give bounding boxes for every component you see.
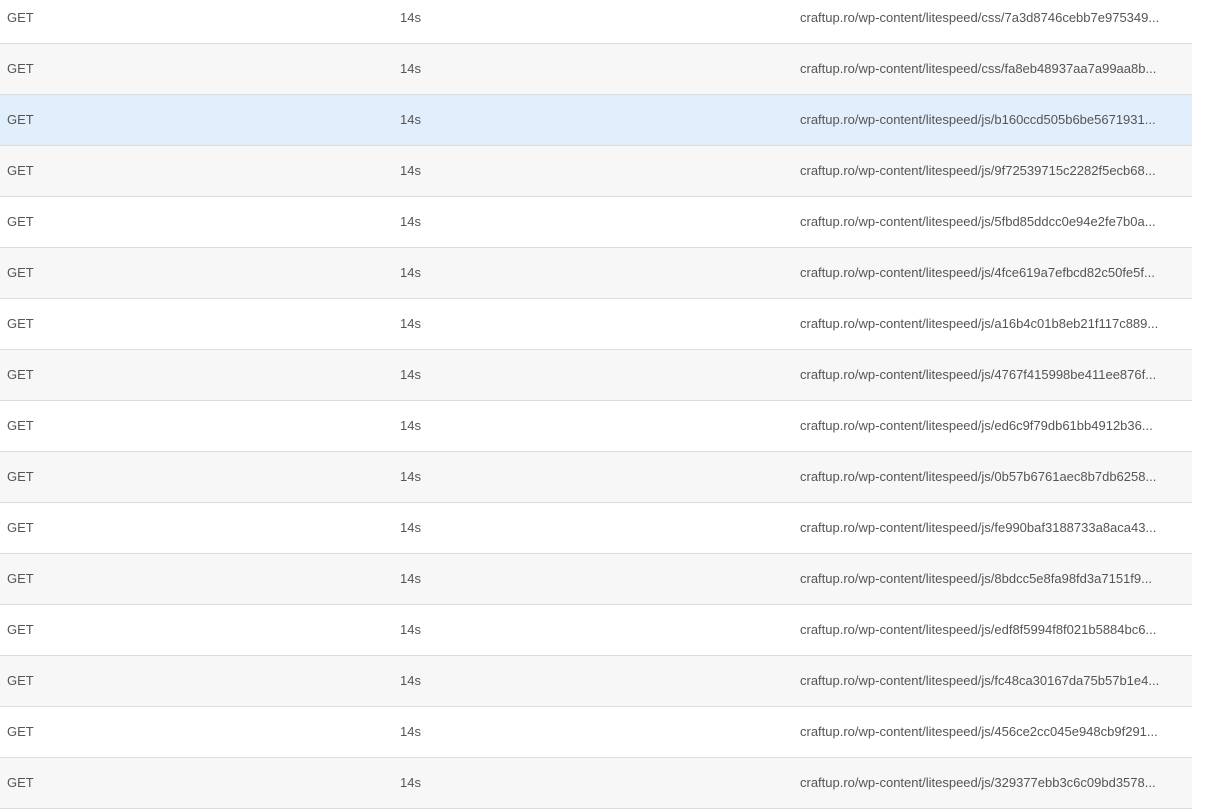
request-method: GET (7, 775, 34, 790)
request-method: GET (7, 265, 34, 280)
request-url: craftup.ro/wp-content/litespeed/js/456ce… (800, 724, 1158, 739)
request-row-selected[interactable]: GET 14s craftup.ro/wp-content/litespeed/js… (0, 95, 1192, 146)
request-url: craftup.ro/wp-content/litespeed/js/5fbd8… (800, 214, 1156, 229)
request-row[interactable]: GET 14s craftup.ro/wp-content/litespeed/js… (0, 146, 1192, 197)
request-time: 14s (400, 112, 421, 127)
request-method: GET (7, 112, 34, 127)
request-method: GET (7, 571, 34, 586)
request-url: craftup.ro/wp-content/litespeed/js/0b57b… (800, 469, 1157, 484)
request-url: craftup.ro/wp-content/litespeed/js/4fce6… (800, 265, 1155, 280)
request-url: craftup.ro/wp-content/litespeed/js/8bdcc… (800, 571, 1152, 586)
request-time: 14s (400, 367, 421, 382)
request-url: craftup.ro/wp-content/litespeed/js/fe990… (800, 520, 1157, 535)
request-row[interactable]: GET 14s craftup.ro/wp-content/litespeed/cs… (0, 44, 1192, 95)
request-time: 14s (400, 316, 421, 331)
request-url: craftup.ro/wp-content/litespeed/js/edf8f… (800, 622, 1157, 637)
request-row[interactable]: GET 14s craftup.ro/wp-content/litespeed/js… (0, 656, 1192, 707)
request-method: GET (7, 469, 34, 484)
request-row[interactable]: GET 14s craftup.ro/wp-content/litespeed/cs… (0, 0, 1192, 44)
request-url: craftup.ro/wp-content/litespeed/css/fa8e… (800, 61, 1157, 76)
request-time: 14s (400, 775, 421, 790)
request-row[interactable]: GET 14s craftup.ro/wp-content/litespeed/js… (0, 197, 1192, 248)
request-row[interactable]: GET 14s craftup.ro/wp-content/litespeed/js… (0, 503, 1192, 554)
request-time: 14s (400, 214, 421, 229)
request-time: 14s (400, 418, 421, 433)
request-method: GET (7, 520, 34, 535)
request-method: GET (7, 367, 34, 382)
request-row[interactable]: GET 14s craftup.ro/wp-content/litespeed/js… (0, 605, 1192, 656)
request-row[interactable]: GET 14s craftup.ro/wp-content/litespeed/js… (0, 401, 1192, 452)
scroll-gutter (1192, 0, 1216, 812)
request-method: GET (7, 724, 34, 739)
request-url: craftup.ro/wp-content/litespeed/js/ed6c9… (800, 418, 1153, 433)
request-time: 14s (400, 61, 421, 76)
request-method: GET (7, 622, 34, 637)
request-row[interactable]: GET 14s craftup.ro/wp-content/litespeed/js… (0, 248, 1192, 299)
request-method: GET (7, 673, 34, 688)
request-method: GET (7, 214, 34, 229)
request-url: craftup.ro/wp-content/litespeed/js/a16b4… (800, 316, 1159, 331)
request-row[interactable]: GET 14s craftup.ro/wp-content/litespeed/js… (0, 452, 1192, 503)
request-method: GET (7, 10, 34, 25)
request-url: craftup.ro/wp-content/litespeed/css/7a3d… (800, 10, 1160, 25)
request-time: 14s (400, 265, 421, 280)
request-time: 14s (400, 10, 421, 25)
request-row[interactable]: GET 14s craftup.ro/wp-content/litespeed/js… (0, 350, 1192, 401)
network-request-list: GET 14s craftup.ro/wp-content/litespeed/cs… (0, 0, 1192, 809)
request-method: GET (7, 61, 34, 76)
request-method: GET (7, 418, 34, 433)
request-url: craftup.ro/wp-content/litespeed/js/32937… (800, 775, 1156, 790)
request-time: 14s (400, 469, 421, 484)
request-method: GET (7, 163, 34, 178)
request-time: 14s (400, 673, 421, 688)
request-time: 14s (400, 724, 421, 739)
request-row[interactable]: GET 14s craftup.ro/wp-content/litespeed/js… (0, 707, 1192, 758)
request-row[interactable]: GET 14s craftup.ro/wp-content/litespeed/js… (0, 299, 1192, 350)
request-url: craftup.ro/wp-content/litespeed/js/9f725… (800, 163, 1156, 178)
request-time: 14s (400, 622, 421, 637)
request-time: 14s (400, 163, 421, 178)
request-url: craftup.ro/wp-content/litespeed/js/fc48c… (800, 673, 1160, 688)
request-method: GET (7, 316, 34, 331)
request-time: 14s (400, 571, 421, 586)
request-time: 14s (400, 520, 421, 535)
request-url: craftup.ro/wp-content/litespeed/js/b160c… (800, 112, 1156, 127)
request-row[interactable]: GET 14s craftup.ro/wp-content/litespeed/js… (0, 758, 1192, 809)
request-row[interactable]: GET 14s craftup.ro/wp-content/litespeed/js… (0, 554, 1192, 605)
request-url: craftup.ro/wp-content/litespeed/js/4767f… (800, 367, 1157, 382)
